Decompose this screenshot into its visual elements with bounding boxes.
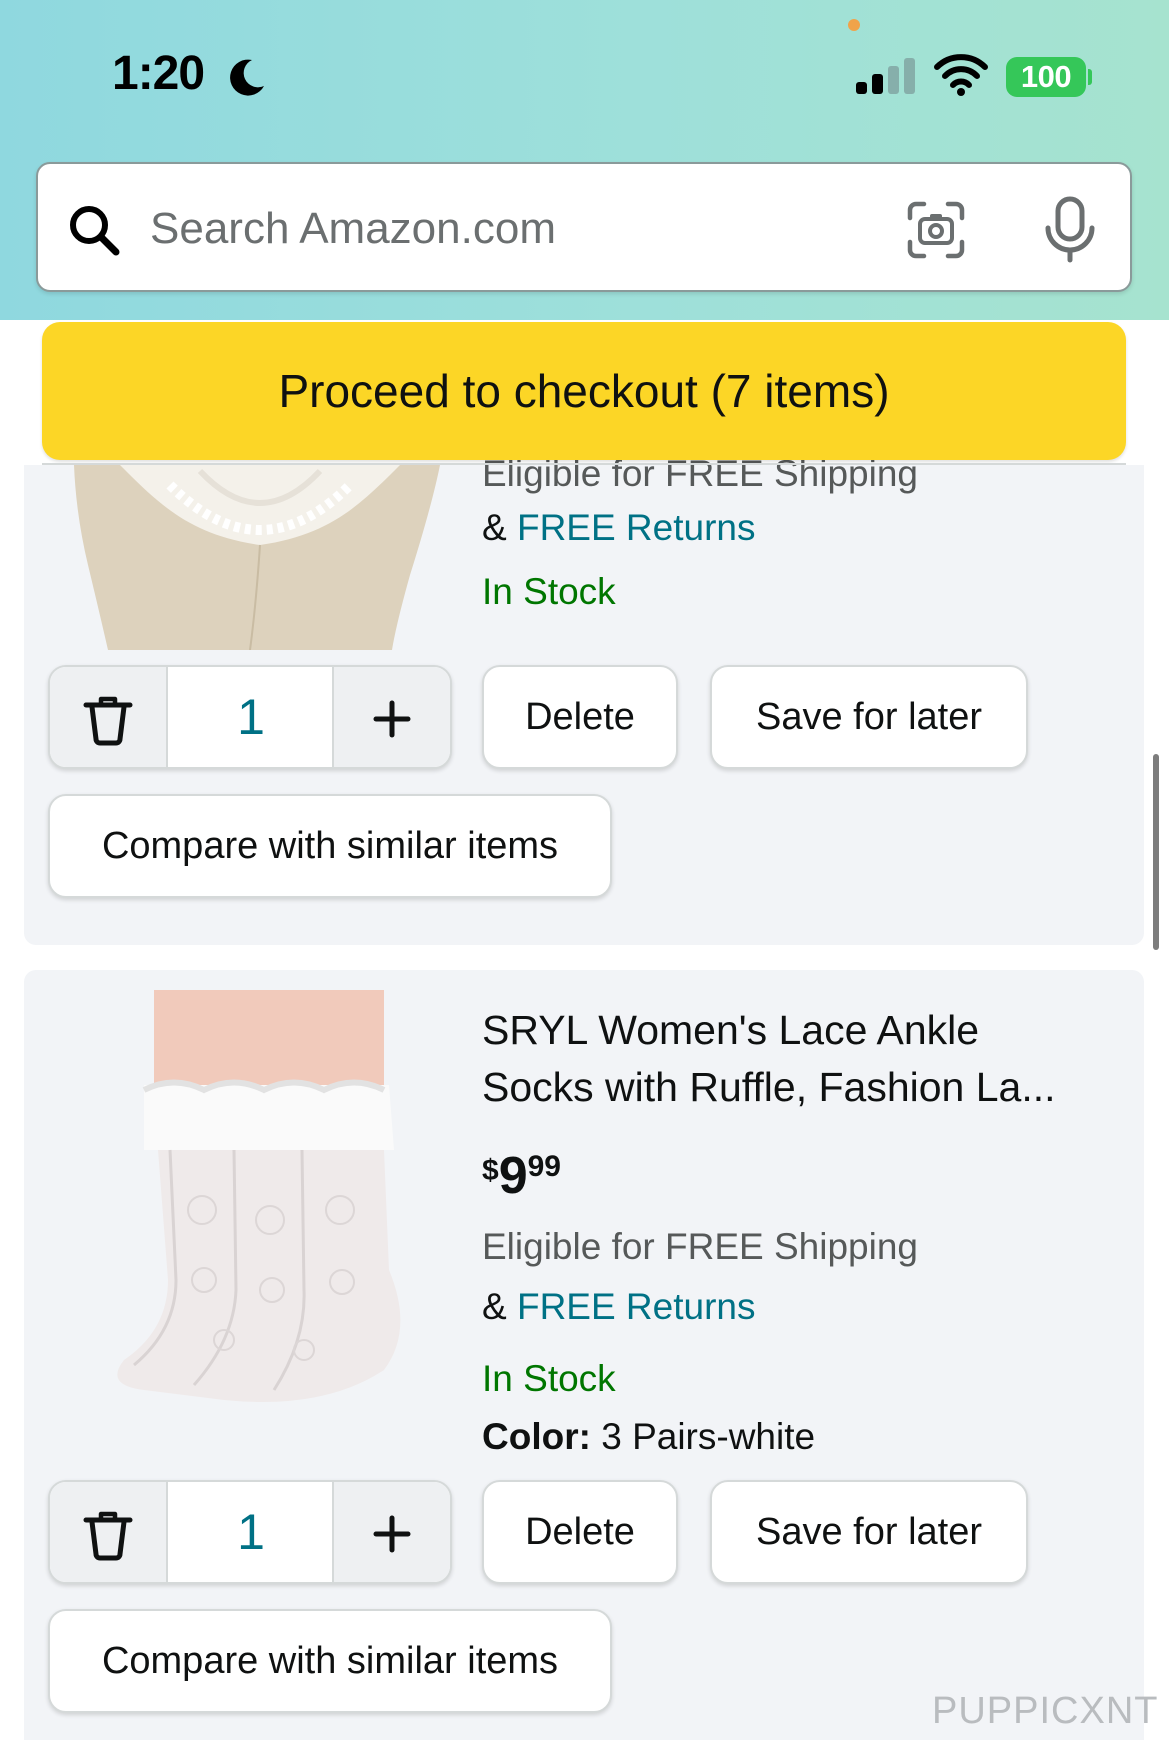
- battery-level: 100: [1020, 59, 1072, 94]
- compare-similar-button[interactable]: Compare with similar items: [48, 794, 612, 898]
- watermark: PUPPICXNT: [932, 1690, 1159, 1732]
- trash-icon: [83, 1511, 133, 1561]
- trash-button[interactable]: [50, 1482, 168, 1582]
- product-image[interactable]: [84, 990, 454, 1410]
- proceed-to-checkout-button[interactable]: Proceed to checkout (7 items): [42, 322, 1126, 460]
- battery-tip: [1088, 69, 1092, 85]
- stock-status: In Stock: [482, 571, 616, 612]
- trash-icon: [83, 696, 133, 746]
- color-line: Color: 3 Pairs-white: [482, 1416, 815, 1458]
- quantity-stepper[interactable]: 1: [48, 665, 452, 769]
- plus-icon: [373, 700, 411, 738]
- returns-text: & FREE Returns: [482, 1286, 755, 1328]
- product-title-line[interactable]: SRYL Women's Lace Ankle: [482, 1002, 1132, 1059]
- color-value: 3 Pairs-white: [601, 1416, 816, 1457]
- returns-prefix: &: [482, 507, 507, 548]
- product-title[interactable]: SRYL Women's Lace Ankle Socks with Ruffl…: [482, 1002, 1132, 1116]
- app-header: 1:20 100: [0, 0, 1169, 320]
- mic-icon[interactable]: [1038, 196, 1102, 264]
- signal-icon: [856, 58, 915, 94]
- wifi-icon: [934, 54, 988, 96]
- search-input[interactable]: [150, 194, 800, 264]
- quantity-value: 1: [237, 1504, 265, 1560]
- save-for-later-button[interactable]: Save for later: [710, 1480, 1028, 1584]
- cart-item: SRYL Women's Lace Ankle Socks with Ruffl…: [24, 970, 1144, 1740]
- price: $ 9 99: [482, 1146, 561, 1206]
- plus-icon: [373, 1515, 411, 1553]
- cart-item: Eligible for FREE Shipping & FREE Return…: [24, 453, 1144, 945]
- privacy-indicator-dot: [848, 19, 860, 31]
- search-icon[interactable]: [66, 202, 122, 258]
- color-label: Color:: [482, 1416, 591, 1457]
- quantity-stepper[interactable]: 1: [48, 1480, 452, 1584]
- moon-icon: [230, 59, 264, 96]
- free-returns-link[interactable]: FREE Returns: [517, 1286, 756, 1327]
- shipping-text: Eligible for FREE Shipping: [482, 1226, 918, 1267]
- increase-quantity-button[interactable]: [332, 1482, 450, 1582]
- returns-text: & FREE Returns: [482, 507, 755, 549]
- delete-button[interactable]: Delete: [482, 1480, 678, 1584]
- returns-prefix: &: [482, 1286, 507, 1327]
- free-returns-link[interactable]: FREE Returns: [517, 507, 756, 548]
- camera-icon[interactable]: [906, 200, 966, 260]
- delete-button[interactable]: Delete: [482, 665, 678, 769]
- scrollbar[interactable]: [1153, 754, 1159, 950]
- product-image[interactable]: [60, 465, 460, 650]
- battery-icon: 100: [1006, 57, 1086, 97]
- save-for-later-button[interactable]: Save for later: [710, 665, 1028, 769]
- price-whole: 9: [498, 1147, 528, 1205]
- quantity-value: 1: [237, 689, 265, 745]
- price-fraction: 99: [527, 1150, 561, 1183]
- increase-quantity-button[interactable]: [332, 667, 450, 767]
- search-bar[interactable]: [36, 162, 1132, 292]
- divider: [42, 463, 1126, 465]
- price-symbol: $: [482, 1154, 499, 1187]
- product-title-line[interactable]: Socks with Ruffle, Fashion La...: [482, 1059, 1132, 1116]
- compare-similar-button[interactable]: Compare with similar items: [48, 1609, 612, 1713]
- trash-button[interactable]: [50, 667, 168, 767]
- stock-status: In Stock: [482, 1358, 616, 1399]
- status-time: 1:20: [112, 47, 205, 100]
